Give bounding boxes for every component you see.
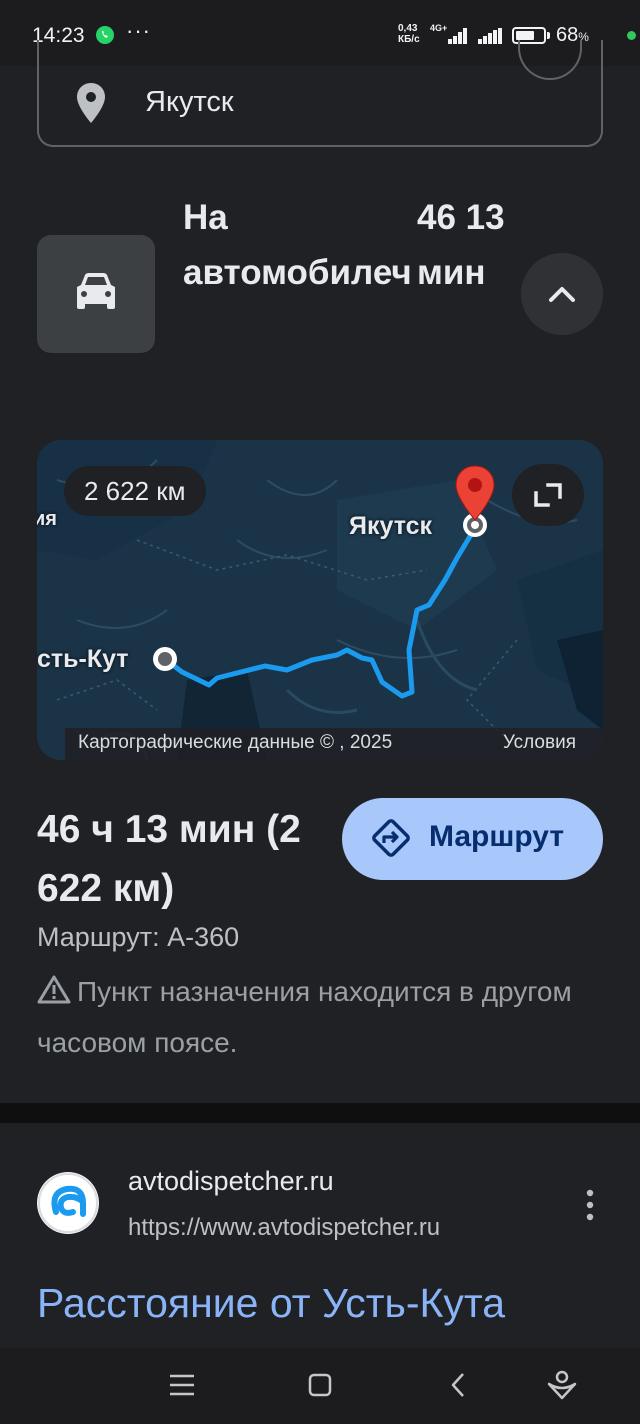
route-button-label: Маршрут	[429, 820, 565, 853]
travel-mode-time: 46 13 мин	[417, 198, 505, 292]
warning-icon	[37, 971, 71, 1019]
chevron-up-icon	[549, 287, 575, 302]
map-attribution: Картографические данные © , 2025 Условия	[65, 728, 603, 760]
site-url[interactable]: https://www.avtodispetcher.ru	[128, 1214, 440, 1242]
destination-input[interactable]: Якутск	[145, 86, 234, 119]
home-icon[interactable]	[305, 1370, 335, 1400]
destination-city-label: Якутск	[349, 512, 433, 540]
map-copyright: Картографические данные © , 2025	[78, 732, 393, 753]
map-terms-link[interactable]: Условия	[503, 732, 576, 754]
route-map[interactable]: сть-Кут Якутск ия 2 622 км Картографичес…	[37, 440, 603, 760]
car-mode-button[interactable]	[37, 235, 155, 353]
route-button[interactable]: Маршрут	[342, 798, 603, 880]
destination-field[interactable]	[37, 40, 603, 147]
edge-region-label: ия	[37, 508, 57, 530]
route-summary: 46 ч 13 мин (2 622 км)	[37, 808, 301, 910]
section-divider	[0, 1103, 640, 1123]
site-favicon[interactable]	[37, 1172, 99, 1234]
timezone-warning: Пункт назначения находится в другом часо…	[37, 968, 577, 1067]
map-pin-icon	[455, 465, 495, 521]
route-via: Маршрут: А-360	[37, 922, 240, 952]
more-options-icon[interactable]	[578, 1188, 602, 1222]
location-pin-icon	[76, 82, 106, 129]
collapse-button[interactable]	[521, 253, 603, 335]
back-icon[interactable]	[444, 1370, 474, 1400]
directions-icon	[372, 819, 410, 857]
system-nav-bar	[0, 1348, 640, 1424]
battery-tip	[547, 32, 550, 39]
travel-mode-label: На автомобилеч	[183, 198, 412, 292]
origin-marker	[153, 647, 177, 671]
menu-icon[interactable]	[167, 1370, 197, 1400]
distance-pill: 2 622 км	[64, 466, 206, 516]
timezone-warning-text: Пункт назначения находится в другом часо…	[37, 976, 572, 1058]
origin-label: сть-Кут	[37, 645, 129, 673]
car-icon	[77, 273, 115, 309]
network-type: 4G+	[430, 23, 448, 33]
assistant-icon[interactable]	[545, 1368, 579, 1402]
result-title-link[interactable]: Расстояние от Усть-Кута	[37, 1280, 505, 1327]
site-name[interactable]: avtodispetcher.ru	[128, 1166, 334, 1197]
fullscreen-icon	[534, 483, 562, 507]
expand-map-button[interactable]	[512, 464, 584, 526]
privacy-indicator-icon	[627, 31, 636, 40]
